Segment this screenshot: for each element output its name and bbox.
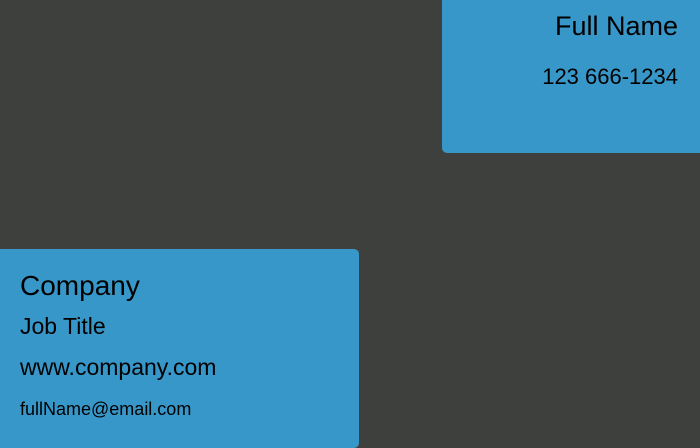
business-card-canvas: { "colors": { "background": "#3e403d", "… (0, 0, 700, 448)
phone-number: 123 666-1234 (542, 64, 678, 89)
contact-card: Full Name 123 666-1234 (442, 0, 700, 153)
company-name: Company (20, 270, 140, 301)
website-url: www.company.com (20, 354, 217, 380)
email-address: fullName@email.com (20, 399, 192, 419)
company-card: Company Job Title www.company.com fullNa… (0, 249, 359, 448)
full-name: Full Name (554, 11, 678, 41)
job-title: Job Title (20, 313, 106, 339)
